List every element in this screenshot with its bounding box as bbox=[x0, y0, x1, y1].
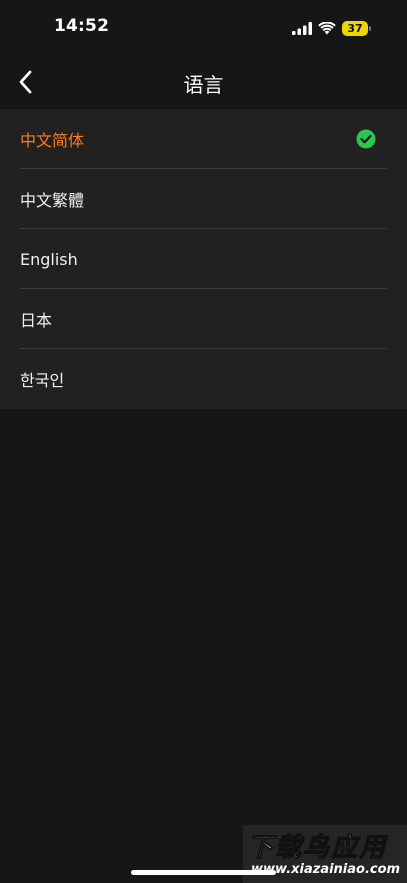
nav-bar: 语言 bbox=[0, 54, 407, 110]
language-label: 한국인 bbox=[20, 371, 65, 390]
language-label: 中文繁體 bbox=[20, 191, 85, 210]
language-label: 日本 bbox=[20, 311, 53, 330]
language-option-ko[interactable]: 한국인 bbox=[0, 349, 407, 409]
cellular-signal-icon bbox=[292, 21, 312, 35]
battery-icon: 37 bbox=[342, 20, 371, 36]
language-option-zh-hans[interactable]: 中文简体 bbox=[0, 109, 407, 169]
language-option-zh-hant[interactable]: 中文繁體 bbox=[0, 169, 407, 229]
language-label: 中文简体 bbox=[20, 131, 85, 150]
status-icons: 37 bbox=[292, 18, 371, 38]
language-label: English bbox=[20, 249, 78, 269]
wifi-icon bbox=[318, 21, 336, 34]
check-circle-icon bbox=[356, 129, 376, 149]
status-time: 14:52 bbox=[54, 16, 110, 36]
language-option-en[interactable]: English bbox=[0, 229, 407, 289]
language-option-ja[interactable]: 日本 bbox=[0, 289, 407, 349]
status-bar: 14:52 37 bbox=[0, 0, 407, 54]
watermark-title: 下载鸟应用 bbox=[246, 833, 388, 864]
page-title: 语言 bbox=[183, 73, 224, 97]
language-list: 中文简体 中文繁體 English 日本 한국인 bbox=[0, 109, 407, 409]
battery-level: 37 bbox=[342, 20, 368, 36]
home-indicator[interactable] bbox=[131, 870, 276, 875]
